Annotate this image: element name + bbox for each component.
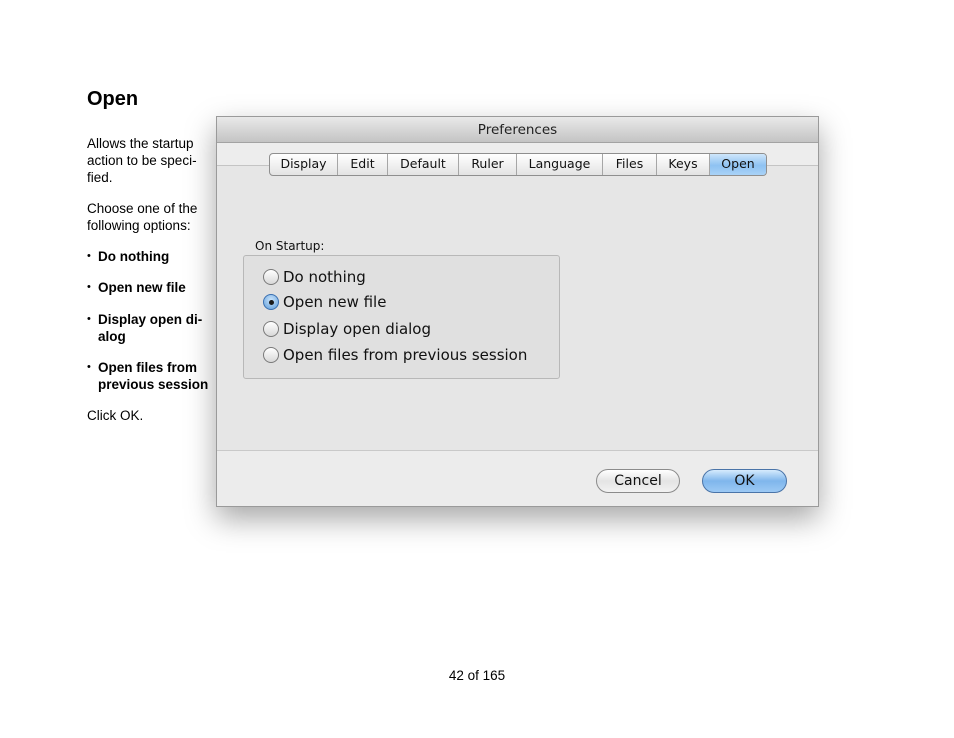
- list-item: Open files from previous session: [87, 359, 215, 393]
- page-number: 42 of 165: [448, 668, 506, 683]
- radio-button[interactable]: [263, 347, 279, 363]
- ok-button[interactable]: OK: [702, 469, 787, 493]
- radio-open-new-file[interactable]: Open new file: [263, 292, 386, 312]
- preferences-dialog: Preferences On Startup: Do nothing Open …: [216, 116, 819, 507]
- page-title: Open: [87, 88, 139, 110]
- tab-content: On Startup: Do nothing Open new file Dis…: [217, 165, 818, 450]
- radio-button-selected[interactable]: [263, 294, 279, 310]
- startup-options-group: Do nothing Open new file Display open di…: [243, 255, 560, 379]
- options-list: Do nothing Open new file Display open di…: [87, 248, 215, 393]
- dialog-title: Preferences: [477, 122, 558, 138]
- list-item: Open new file: [87, 279, 215, 311]
- cancel-button[interactable]: Cancel: [596, 469, 680, 493]
- tab-ruler[interactable]: Ruler: [459, 154, 517, 175]
- radio-label: Do nothing: [283, 268, 366, 286]
- radio-label: Open new file: [283, 293, 387, 311]
- title-bar[interactable]: Preferences: [217, 117, 818, 143]
- click-ok-text: Click OK.: [87, 408, 144, 423]
- radio-button[interactable]: [263, 321, 279, 337]
- tab-edit[interactable]: Edit: [338, 154, 388, 175]
- preferences-tabs: Display Edit Default Ruler Language File…: [269, 153, 767, 176]
- intro-text: Allows the startup action to be speci-fi…: [87, 136, 197, 185]
- radio-do-nothing[interactable]: Do nothing: [263, 267, 366, 287]
- list-item: Display open di-alog: [87, 311, 215, 359]
- choose-text: Choose one of the following options:: [87, 201, 198, 233]
- tab-keys[interactable]: Keys: [657, 154, 710, 175]
- group-label: On Startup:: [255, 239, 325, 253]
- list-item: Do nothing: [87, 248, 215, 279]
- tab-default[interactable]: Default: [388, 154, 459, 175]
- radio-label: Display open dialog: [283, 320, 432, 338]
- tab-language[interactable]: Language: [517, 154, 603, 175]
- tab-display[interactable]: Display: [270, 154, 338, 175]
- radio-button[interactable]: [263, 269, 279, 285]
- tab-files[interactable]: Files: [603, 154, 657, 175]
- radio-display-open-dialog[interactable]: Display open dialog: [263, 319, 431, 339]
- radio-label: Open files from previous session: [283, 346, 528, 364]
- radio-open-files-previous-session[interactable]: Open files from previous session: [263, 345, 527, 365]
- tab-open[interactable]: Open: [710, 154, 766, 175]
